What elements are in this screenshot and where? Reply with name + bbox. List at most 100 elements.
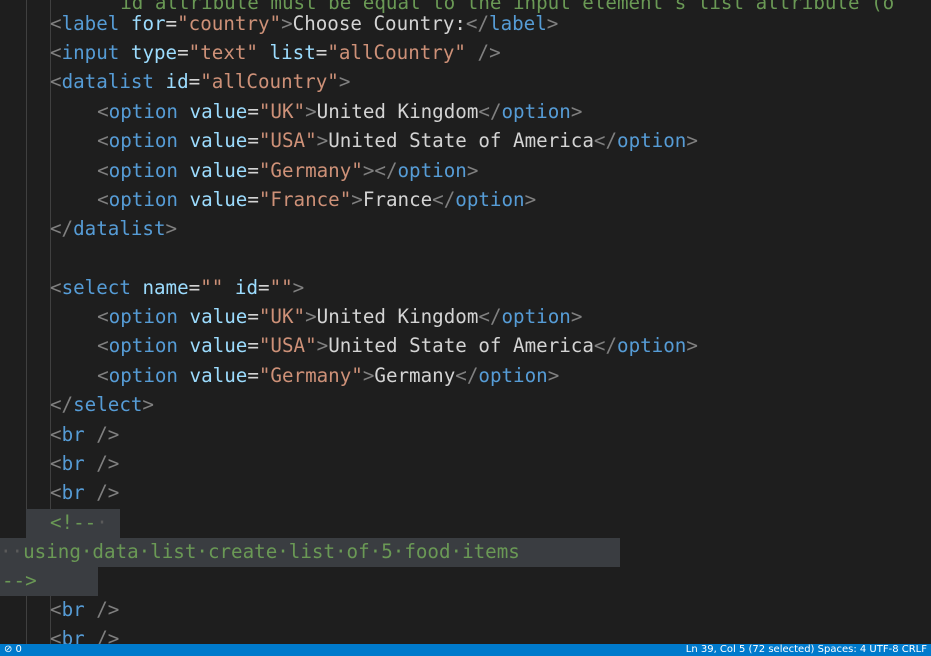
code-token: br — [61, 481, 85, 504]
code-token: option — [501, 305, 571, 328]
code-token: option — [108, 334, 178, 357]
code-token: > — [686, 129, 698, 152]
code-token: value — [189, 100, 248, 123]
code-token: < — [97, 159, 109, 182]
code-token: < — [50, 70, 62, 93]
code-token: United Kingdom — [316, 305, 479, 328]
code-token: "Germany" — [258, 159, 363, 182]
code-token: United State of America — [328, 334, 594, 357]
code-token: value — [189, 129, 248, 152]
code-token: datalist — [73, 217, 166, 240]
code-token: United Kingdom — [316, 100, 479, 123]
code-token: option — [108, 100, 178, 123]
code-line[interactable]: <!--· — [50, 508, 108, 537]
code-line[interactable]: ··using·data·list·create·list·of·5·food·… — [0, 537, 520, 566]
code-token: ·· — [0, 540, 24, 563]
code-token: = — [188, 276, 201, 299]
code-token: = — [165, 12, 178, 35]
code-token: "" — [269, 276, 293, 299]
code-line[interactable]: <option value="USA">United State of Amer… — [74, 331, 698, 360]
code-line[interactable]: <input type="text" list="allCountry" /> — [50, 38, 501, 67]
code-token: > — [305, 305, 317, 328]
code-token: < — [97, 305, 109, 328]
code-token: Germany — [374, 364, 456, 387]
code-token: label — [61, 12, 120, 35]
code-token: option — [108, 364, 178, 387]
code-line[interactable]: <option value="USA">United State of Amer… — [74, 126, 698, 155]
code-token: value — [189, 159, 248, 182]
code-line[interactable]: <br /> — [50, 478, 119, 507]
code-token: = — [247, 188, 259, 211]
code-token: type — [130, 41, 178, 64]
code-token: France — [362, 188, 433, 211]
code-line[interactable]: <option value="UK">United Kingdom</optio… — [74, 97, 582, 126]
code-token: value — [189, 334, 248, 357]
code-token: /> — [96, 452, 120, 475]
code-token: br — [61, 598, 85, 621]
code-line[interactable]: </datalist> — [50, 214, 177, 243]
code-line[interactable]: --> — [2, 566, 37, 595]
code-token: "" — [200, 276, 224, 299]
code-token: label — [489, 12, 547, 35]
code-editor[interactable]: id attribute must be equal to the input … — [0, 0, 931, 644]
code-token: = — [247, 100, 259, 123]
code-token: option — [617, 334, 687, 357]
code-line[interactable]: <option value="UK">United Kingdom</optio… — [74, 302, 582, 331]
code-line[interactable]: <br /> — [50, 595, 119, 624]
code-token: United State of America — [328, 129, 594, 152]
code-token: id — [165, 70, 189, 93]
code-token: < — [97, 129, 109, 152]
code-token: option — [108, 129, 178, 152]
code-token: option — [455, 188, 525, 211]
code-token: < — [97, 364, 109, 387]
code-token: <!-- — [50, 511, 97, 534]
code-token: </ — [478, 305, 502, 328]
code-token: < — [97, 100, 109, 123]
code-token: = — [258, 276, 270, 299]
code-token: > — [281, 12, 293, 35]
code-token: > — [466, 159, 479, 182]
code-line[interactable]: <option value="Germany">Germany</option> — [74, 361, 559, 390]
code-token: > — [142, 393, 154, 416]
code-token: select — [61, 276, 131, 299]
code-token: name — [142, 276, 189, 299]
code-line[interactable]: <br /> — [50, 624, 119, 644]
code-token: option — [617, 129, 687, 152]
code-token: < — [50, 598, 62, 621]
code-line[interactable]: <datalist id="allCountry"> — [50, 67, 350, 96]
code-token: /> — [96, 423, 120, 446]
code-token: br — [61, 452, 85, 475]
code-line[interactable]: </select> — [50, 390, 154, 419]
code-token: input — [61, 41, 120, 64]
code-token: value — [189, 305, 248, 328]
code-token: > — [351, 188, 363, 211]
code-token: br — [61, 627, 85, 644]
code-line[interactable]: <select name="" id=""> — [50, 273, 304, 302]
code-token: > — [292, 276, 305, 299]
code-token: > — [686, 334, 698, 357]
code-token: > — [570, 305, 583, 328]
code-token: Choose Country: — [292, 12, 466, 35]
code-line[interactable]: <option value="France">France</option> — [74, 185, 536, 214]
code-token: = — [177, 41, 189, 64]
code-token: "USA" — [258, 129, 317, 152]
code-token: < — [97, 334, 109, 357]
code-token: < — [50, 41, 62, 64]
status-bar: ⊘ 0 Ln 39, Col 5 (72 selected) Spaces: 4… — [0, 644, 931, 656]
code-line[interactable]: <br /> — [50, 449, 119, 478]
status-cursor-info[interactable]: Ln 39, Col 5 (72 selected) Spaces: 4 UTF… — [686, 644, 927, 656]
code-token: "USA" — [258, 334, 317, 357]
code-token: --> — [2, 569, 37, 592]
code-line[interactable]: <option value="Germany"></option> — [74, 156, 478, 185]
code-line[interactable]: <br /> — [50, 420, 119, 449]
code-token: < — [50, 627, 62, 644]
code-line[interactable]: <label for="country">Choose Country:</la… — [50, 9, 558, 38]
code-token: option — [108, 159, 178, 182]
status-problems[interactable]: ⊘ 0 — [4, 644, 22, 656]
code-token: </ — [432, 188, 456, 211]
